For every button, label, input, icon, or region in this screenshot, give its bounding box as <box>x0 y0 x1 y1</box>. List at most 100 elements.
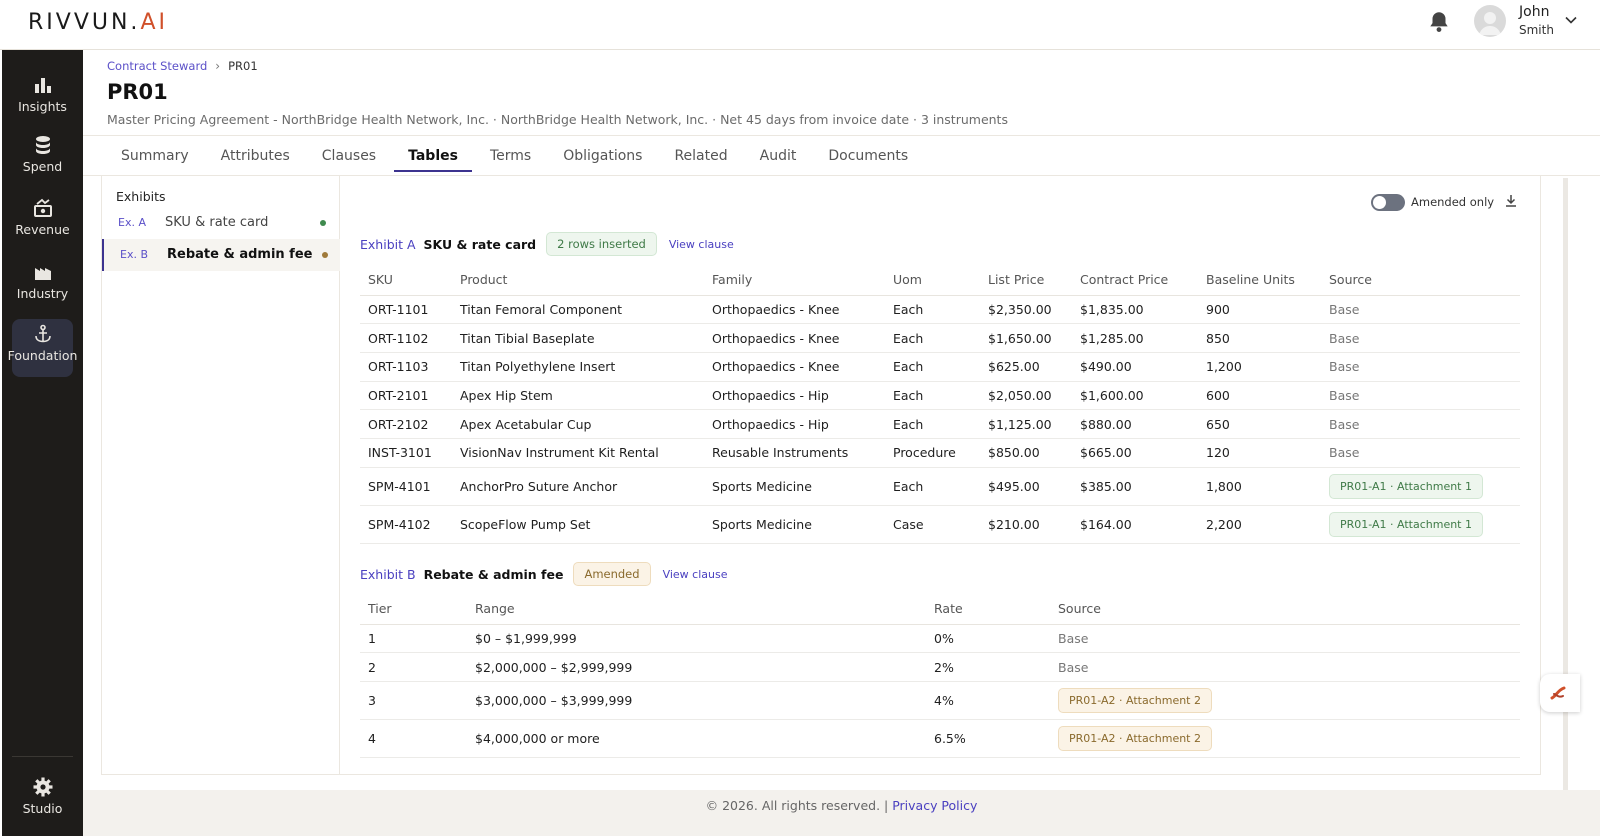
anchor-icon <box>34 324 51 343</box>
bar-chart-icon <box>34 78 51 93</box>
nav-item-insights[interactable]: Insights <box>2 70 83 128</box>
download-icon[interactable] <box>1503 193 1519 209</box>
nav-item-foundation[interactable]: Foundation <box>8 319 77 377</box>
source-cell: Base <box>1321 409 1520 439</box>
table-cell: $4,000,000 or more <box>467 719 926 758</box>
column-header: List Price <box>980 265 1072 296</box>
table-row[interactable]: 3 $3,000,000 – $3,999,999 4% PR01-A2 · Atta… <box>360 681 1520 720</box>
app-logo[interactable]: RIVVUN.AI <box>28 10 168 35</box>
table-row[interactable]: ORT-1101 Titan Femoral Component Orthopaed… <box>360 295 1520 325</box>
table-row[interactable]: 4 $4,000,000 or more 6.5% PR01-A2 · Attachm… <box>360 719 1520 758</box>
source-cell: Base <box>1321 323 1520 353</box>
column-header: SKU <box>360 265 452 296</box>
table-cell: Titan Tibial Baseplate <box>452 323 704 353</box>
exhibit-item-a[interactable]: Ex. A SKU & rate card <box>102 207 340 239</box>
exhibit-b-header: Exhibit B Rebate & admin fee Amended Vie… <box>360 561 727 587</box>
table-cell: $625.00 <box>980 352 1072 382</box>
table-cell: 6.5% <box>926 719 1050 758</box>
nav-divider <box>12 756 73 757</box>
nav-item-spend[interactable]: Spend <box>2 130 83 188</box>
tab-clauses[interactable]: Clauses <box>308 140 390 172</box>
table-cell: VisionNav Instrument Kit Rental <box>452 438 704 468</box>
status-dot <box>320 220 326 226</box>
table-row[interactable]: 2 $2,000,000 – $2,999,999 2% Base <box>360 652 1520 682</box>
source-badge[interactable]: PR01-A2 · Attachment 2 <box>1058 725 1212 751</box>
tab-terms[interactable]: Terms <box>476 140 545 172</box>
table-row[interactable]: ORT-2101 Apex Hip Stem Orthopaedics - Hip E… <box>360 381 1520 411</box>
exhibit-name: SKU & rate card <box>165 215 269 230</box>
table-cell: Each <box>885 295 980 325</box>
table-row[interactable]: ORT-2102 Apex Acetabular Cup Orthopaedics … <box>360 409 1520 439</box>
source-cell: Base <box>1050 652 1520 682</box>
bell-icon[interactable] <box>1426 9 1452 35</box>
breadcrumb: Contract Steward › PR01 <box>107 59 258 73</box>
tab-documents[interactable]: Documents <box>814 140 922 172</box>
source-cell: PR01-A1 · Attachment 1 <box>1321 505 1520 544</box>
table-row[interactable]: INST-3101 VisionNav Instrument Kit Rental… <box>360 438 1520 468</box>
tab-obligations[interactable]: Obligations <box>549 140 656 172</box>
coins-icon <box>35 136 50 154</box>
table-cell: Sports Medicine <box>704 505 885 544</box>
table-cell: ORT-1103 <box>360 352 452 382</box>
exhibit-b-name: Rebate & admin fee <box>423 566 564 582</box>
table-row[interactable]: ORT-1102 Titan Tibial Baseplate Orthopaedi… <box>360 323 1520 353</box>
table-cell: 1 <box>360 624 467 654</box>
revenue-icon <box>33 198 52 217</box>
main-area: Contract Steward › PR01 PR01 Master Pric… <box>83 50 1600 836</box>
table-cell: $1,835.00 <box>1072 295 1198 325</box>
sku-rate-card-table: SKU Product Family Uom List Price Contract Pr… <box>360 265 1520 544</box>
tab-summary[interactable]: Summary <box>107 140 203 172</box>
table-cell: $2,350.00 <box>980 295 1072 325</box>
table-cell: $2,000,000 – $2,999,999 <box>467 652 926 682</box>
source-badge[interactable]: PR01-A1 · Attachment 1 <box>1329 473 1483 499</box>
source-cell: Base <box>1321 438 1520 468</box>
column-header: Family <box>704 265 885 296</box>
gear-icon <box>33 777 52 797</box>
table-cell: $495.00 <box>980 467 1072 506</box>
table-cell: $1,125.00 <box>980 409 1072 439</box>
column-header: Baseline Units <box>1198 265 1321 296</box>
table-cell: INST-3101 <box>360 438 452 468</box>
table-cell: Each <box>885 323 980 353</box>
table-row[interactable]: ORT-1103 Titan Polyethylene Insert Orthopa… <box>360 352 1520 382</box>
source-badge[interactable]: PR01-A1 · Attachment 1 <box>1329 511 1483 537</box>
privacy-policy-link[interactable]: Privacy Policy <box>892 798 977 813</box>
footer: © 2026. All rights reserved. | Privacy P… <box>83 790 1600 836</box>
table-row[interactable]: SPM-4102 ScopeFlow Pump Set Sports Medicin… <box>360 505 1520 544</box>
exhibit-item-b[interactable]: Ex. B Rebate & admin fee <box>102 239 340 271</box>
exhibit-code: Ex. A <box>118 216 146 229</box>
tab-audit[interactable]: Audit <box>746 140 811 172</box>
nav-item-studio[interactable]: Studio <box>2 772 83 830</box>
column-header: Uom <box>885 265 980 296</box>
assistant-icon <box>1550 686 1566 700</box>
nav-item-revenue[interactable]: Revenue <box>2 193 83 251</box>
tab-related[interactable]: Related <box>660 140 741 172</box>
table-cell: Each <box>885 352 980 382</box>
amended-only-toggle[interactable] <box>1371 194 1405 211</box>
user-last-name[interactable]: Smith <box>1519 23 1554 37</box>
view-clause-link[interactable]: View clause <box>663 568 728 581</box>
view-clause-link[interactable]: View clause <box>669 238 734 251</box>
table-cell: Titan Femoral Component <box>452 295 704 325</box>
table-cell: $0 – $1,999,999 <box>467 624 926 654</box>
table-row[interactable]: SPM-4101 AnchorPro Suture Anchor Sports Me… <box>360 467 1520 506</box>
tab-tables[interactable]: Tables <box>394 140 472 172</box>
nav-item-industry[interactable]: Industry <box>2 257 83 315</box>
source-badge[interactable]: PR01-A2 · Attachment 2 <box>1058 687 1212 713</box>
user-first-name[interactable]: John <box>1519 4 1549 20</box>
rows-inserted-badge: 2 rows inserted <box>546 232 657 256</box>
table-cell: 3 <box>360 681 467 720</box>
table-row[interactable]: 1 $0 – $1,999,999 0% Base <box>360 624 1520 654</box>
exhibit-b-label: Exhibit B <box>360 566 416 582</box>
tables-panel: Exhibits Ex. A SKU & rate card Ex. B Reb… <box>101 176 1541 775</box>
breadcrumb-parent[interactable]: Contract Steward <box>107 59 207 73</box>
avatar[interactable] <box>1474 5 1506 37</box>
breadcrumb-current: PR01 <box>228 59 258 73</box>
chevron-down-icon[interactable] <box>1564 13 1578 27</box>
assistant-widget[interactable] <box>1540 674 1580 712</box>
copyright-text: © 2026. All rights reserved. | <box>705 798 893 813</box>
source-cell: PR01-A2 · Attachment 2 <box>1050 681 1520 720</box>
tab-attributes[interactable]: Attributes <box>207 140 304 172</box>
table-cell: 4 <box>360 719 467 758</box>
exhibit-name: Rebate & admin fee <box>167 247 313 262</box>
